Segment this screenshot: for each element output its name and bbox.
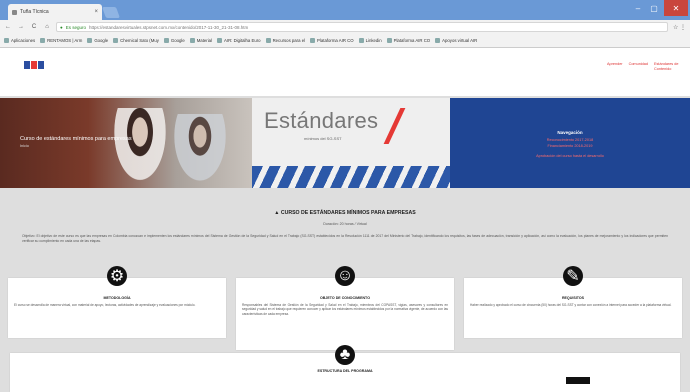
course-title: ▲ CURSO DE ESTÁNDARES MÍNIMOS PARA EMPRE… bbox=[274, 210, 416, 216]
gear-icon: ⚙ bbox=[107, 266, 127, 286]
bookmark-icon bbox=[265, 38, 271, 43]
program-structure-title: ESTRUCTURA DEL PROGRAMA bbox=[317, 369, 373, 373]
minimize-button[interactable]: – bbox=[630, 0, 646, 16]
bookmark-label: Plataforma AIR CO bbox=[317, 38, 354, 43]
card-metodologia: ⚙ METODOLOGÍA El curso se desarrolla de … bbox=[8, 266, 226, 338]
bookmark-item[interactable]: Plataforma AIR CO bbox=[310, 38, 354, 43]
course-intro: Objetivo: El objetivo de este curso es q… bbox=[22, 234, 668, 243]
reload-icon[interactable]: C bbox=[30, 24, 38, 30]
tab-favicon bbox=[12, 9, 17, 15]
hero-person-1 bbox=[110, 108, 170, 188]
hero-nav-link-3[interactable]: Aprobación del curso hasta el desarrollo bbox=[450, 154, 690, 158]
bookmark-item[interactable]: Chemical Sato (Muy bbox=[113, 38, 159, 43]
network-icon: ♣ bbox=[335, 345, 355, 365]
site-logo[interactable] bbox=[24, 58, 46, 70]
bookmark-item[interactable]: AIR: Digitalha Euro bbox=[217, 38, 261, 43]
card-body: El curso se desarrolla de manera virtual… bbox=[14, 303, 196, 307]
address-bar: ← → C ⌂ ● Es seguro https://estandaresvi… bbox=[0, 20, 690, 34]
bookmark-icon bbox=[4, 38, 9, 43]
hero-nav-title: Navegación bbox=[557, 130, 583, 135]
card-title: OBJETO DE CONOCIMIENTO bbox=[320, 296, 370, 300]
hero-brand: Estándares mínimos del SG-SST bbox=[252, 98, 450, 188]
bookmark-label: Apoyos virtual AIR bbox=[442, 38, 478, 43]
bookmark-item[interactable]: Linkedin bbox=[358, 38, 382, 43]
person-icon: ☺ bbox=[335, 266, 355, 286]
bookmark-label: AIR: Digitalha Euro bbox=[224, 38, 261, 43]
back-icon[interactable]: ← bbox=[4, 24, 12, 30]
bookmark-item[interactable]: Google bbox=[163, 38, 185, 43]
home-icon[interactable]: ⌂ bbox=[43, 24, 51, 30]
bookmark-icon bbox=[310, 38, 316, 43]
bookmarks-bar: Aplicaciones RENTAMOS | Arm Google Chemical… bbox=[0, 34, 690, 48]
hero-banner: Curso de estándares mínimos para empresa… bbox=[0, 98, 690, 188]
header-link-comunidad[interactable]: Comunidad bbox=[629, 62, 648, 67]
browser-titlebar: Tuña Tícnica × – ▢ ✕ bbox=[0, 0, 690, 20]
site-header: Aprender Comunidad Estándares de Conteni… bbox=[0, 48, 690, 96]
hero-nav-panel: Navegación Reconocimiento 2017-2018 Fina… bbox=[450, 98, 690, 188]
header-nav: Aprender Comunidad Estándares de Conteni… bbox=[607, 62, 680, 72]
brand-title: Estándares bbox=[264, 108, 379, 133]
bookmark-star-menu-icon[interactable]: ☆ ⋮ bbox=[673, 24, 686, 31]
tab-close-icon[interactable]: × bbox=[94, 9, 98, 15]
new-tab-button[interactable] bbox=[101, 7, 121, 18]
url-text: https://estandaresvirtuales.stpsnet.com.… bbox=[88, 24, 249, 30]
card-body: Responsables del Sistema de Gestión de l… bbox=[242, 303, 448, 316]
bookmark-item[interactable]: Apoyos virtual AIR bbox=[435, 38, 477, 43]
hero-course-title: Curso de estándares mínimos para empresa… bbox=[20, 136, 132, 142]
bookmark-label: Google bbox=[94, 38, 109, 43]
bookmark-icon bbox=[113, 38, 119, 43]
brand-slash-mark bbox=[383, 108, 406, 144]
bookmark-item[interactable]: RENTAMOS | Arm bbox=[40, 38, 82, 43]
bookmark-icon bbox=[358, 38, 364, 43]
brand-subtitle: mínimos del SG-SST bbox=[304, 136, 342, 141]
bookmark-item[interactable]: Recursos para el bbox=[265, 38, 306, 43]
bookmark-label: Chemical Sato (Muy bbox=[120, 38, 159, 43]
bookmark-icon bbox=[189, 38, 195, 43]
hero-nav-link-2[interactable]: Financiamiento 2018-2019 bbox=[450, 144, 690, 148]
bookmark-label: Plataforma AIR CO bbox=[393, 38, 431, 43]
forward-icon[interactable]: → bbox=[17, 24, 25, 30]
bookmark-icon bbox=[87, 38, 93, 43]
url-field[interactable]: ● Es seguro https://estandaresvirtuales.… bbox=[56, 22, 668, 32]
card-title: METODOLOGÍA bbox=[103, 296, 131, 300]
bookmark-label: Google bbox=[170, 38, 185, 43]
bookmark-icon bbox=[386, 38, 392, 43]
bookmark-label: Aplicaciones bbox=[11, 38, 36, 43]
edit-icon: ✎ bbox=[563, 266, 583, 286]
browser-tab[interactable]: Tuña Tícnica × bbox=[8, 4, 102, 20]
card-objeto: ☺ OBJETO DE CONOCIMIENTO Responsables de… bbox=[236, 266, 454, 350]
close-window-button[interactable]: ✕ bbox=[664, 0, 688, 16]
bookmark-icon bbox=[40, 38, 46, 43]
bookmark-icon bbox=[435, 38, 441, 43]
brand-stripes bbox=[252, 166, 450, 188]
bookmark-icon bbox=[217, 38, 223, 43]
hero-person-2 bbox=[170, 114, 230, 188]
bookmark-icon bbox=[163, 38, 169, 43]
dark-badge bbox=[566, 377, 590, 384]
bookmark-item[interactable]: Plataforma AIR CO bbox=[386, 38, 431, 43]
card-title: REQUISITOS bbox=[561, 296, 585, 300]
card-body: Haber realizado y aprobado el curso de c… bbox=[470, 303, 672, 307]
bookmark-item[interactable]: Google bbox=[87, 38, 108, 43]
bookmark-label: RENTAMOS | Arm bbox=[47, 38, 83, 43]
header-link-estandares[interactable]: Estándares de Contenido bbox=[654, 62, 680, 72]
bookmark-item[interactable]: Aplicaciones bbox=[4, 38, 35, 43]
card-requisitos: ✎ REQUISITOS Haber realizado y aprobado … bbox=[464, 266, 682, 338]
secure-label: Es seguro bbox=[65, 24, 86, 30]
web-page: Aprender Comunidad Estándares de Conteni… bbox=[0, 48, 690, 392]
course-subtitle: Duración: 20 horas / Virtual bbox=[323, 222, 367, 226]
program-structure: ♣ ESTRUCTURA DEL PROGRAMA bbox=[10, 345, 680, 392]
hero-photo: Curso de estándares mínimos para empresa… bbox=[0, 98, 252, 188]
hero-course-sub[interactable]: Inicio bbox=[20, 144, 29, 148]
bookmark-label: Material bbox=[196, 38, 213, 43]
bookmark-item[interactable]: Material bbox=[189, 38, 213, 43]
maximize-button[interactable]: ▢ bbox=[646, 0, 662, 16]
lock-icon: ● bbox=[60, 24, 63, 30]
header-link-aprender[interactable]: Aprender bbox=[607, 62, 623, 67]
tab-title: Tuña Tícnica bbox=[20, 9, 49, 15]
bookmark-label: Recursos para el bbox=[272, 38, 306, 43]
bookmark-label: Linkedin bbox=[365, 38, 382, 43]
hero-nav-link-1[interactable]: Reconocimiento 2017-2018 bbox=[450, 138, 690, 142]
